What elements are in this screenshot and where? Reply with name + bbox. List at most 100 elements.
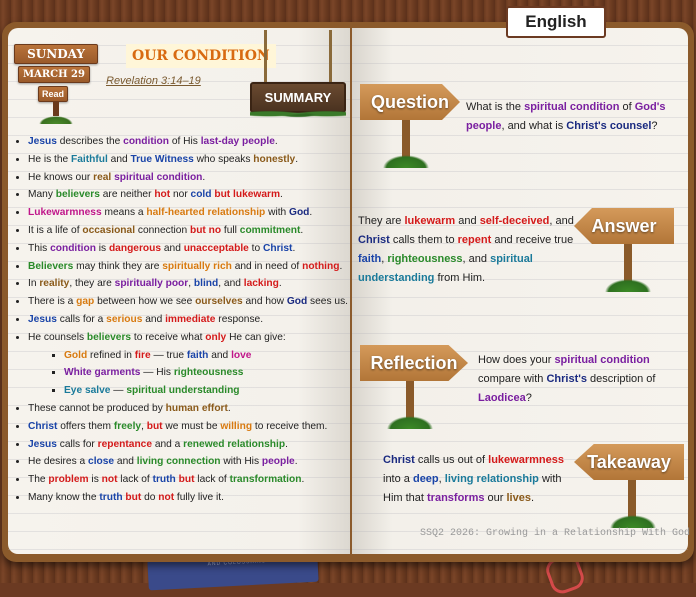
highlighted-term: commitment [239, 224, 301, 236]
text-run: . [280, 189, 283, 201]
text-run: lack of [117, 474, 153, 486]
grass [385, 415, 435, 429]
text-run: . [278, 278, 282, 290]
text-run: describes the [56, 136, 124, 147]
highlighted-term: but [125, 491, 142, 503]
text-run: . [295, 153, 299, 165]
highlighted-term: lukewarm [404, 215, 456, 227]
answer-text: They are lukewarm and self-deceived, and… [358, 212, 574, 288]
text-run: calls them to [389, 234, 458, 246]
text-run: . [227, 402, 231, 414]
bible-reference-link[interactable]: Revelation 3:14–19 [106, 75, 201, 87]
reflection-text: How does your spiritual condition compar… [478, 351, 688, 408]
text-run: Many [28, 189, 56, 201]
summary-bullet: He is the Faithful and True Witness who … [28, 151, 358, 169]
text-run: compare with [478, 373, 547, 385]
summary-bullet: The problem is not lack of truth but lac… [28, 471, 358, 489]
text-run: full [221, 224, 240, 236]
text-run: There is a [28, 296, 77, 308]
text-run: offers them [57, 420, 114, 432]
highlighted-term: ourselves [195, 296, 243, 308]
language-label: English [525, 12, 587, 31]
highlighted-term: lacking [243, 278, 279, 290]
text-run: and [455, 215, 480, 227]
highlighted-term: not [158, 491, 175, 503]
summary-sign: SUMMARY [250, 30, 346, 121]
highlighted-term: truth [99, 491, 123, 503]
highlighted-term: repentance [97, 438, 153, 450]
text-run: into a [383, 473, 413, 485]
text-run: response. [215, 313, 264, 325]
highlighted-term: Christ [383, 454, 415, 466]
gift-sub-bullet: White garments — His righteousness [64, 364, 358, 382]
highlighted-term: willing [220, 420, 253, 432]
highlighted-term: Christ's [546, 373, 587, 385]
text-run: — [110, 385, 127, 397]
highlighted-term: serious [106, 313, 143, 325]
text-run: This [28, 242, 51, 254]
text-run: He counsels [28, 331, 87, 343]
grass [381, 154, 431, 168]
text-run: nor [170, 189, 191, 201]
highlighted-term: spiritual understanding [126, 385, 240, 397]
highlighted-term: gap [76, 296, 95, 308]
highlighted-term: White garments [64, 367, 141, 379]
highlighted-term: dangerous [108, 242, 162, 254]
summary-bullet: There is a gap between how we see oursel… [28, 293, 358, 311]
highlighted-term: Lukewarmness [28, 207, 102, 219]
text-run: and how [242, 296, 287, 308]
text-run: How does your [478, 354, 555, 366]
text-run: These cannot be produced by [28, 402, 166, 414]
highlighted-term: God [289, 207, 310, 219]
highlighted-term: spiritual condition [554, 354, 650, 366]
language-tab[interactable]: English [506, 6, 606, 38]
text-run: and receive true [491, 234, 574, 246]
gift-sub-bullet: Eye salve — spiritual understanding [64, 382, 358, 400]
text-run: calls for a [56, 313, 107, 325]
text-run: — His [140, 367, 174, 379]
highlighted-term: problem [48, 474, 89, 486]
highlighted-term: spiritual condition [114, 171, 203, 183]
highlighted-term: Christ [358, 234, 390, 246]
text-run: What is the [466, 101, 525, 113]
reflection-sign: Reflection [360, 345, 468, 429]
highlighted-term: Believers [28, 260, 74, 272]
highlighted-term: Christ [28, 420, 58, 432]
summary-bullet: Believers may think they are spiritually… [28, 258, 358, 276]
text-run: ? [651, 120, 658, 132]
summary-bullet: Many know the truth but do not fully liv… [28, 489, 358, 507]
text-run: are neither [99, 189, 155, 201]
summary-bullet: Lukewarmness means a half-hearted relati… [28, 204, 358, 222]
text-run: , and [549, 215, 574, 227]
text-run: — true [150, 349, 187, 361]
text-run: of [619, 101, 635, 113]
gift-sub-bullet: Gold refined in fire — true faith and lo… [64, 347, 358, 365]
highlighted-term: Jesus [28, 136, 57, 147]
text-run: They are [358, 215, 405, 227]
text-run: . [274, 136, 278, 147]
highlighted-term: spiritually poor [114, 278, 189, 290]
text-run: He is the [28, 153, 72, 165]
highlighted-term: not [101, 474, 118, 486]
read-button[interactable]: Read [38, 86, 68, 102]
highlighted-term: renewed relationship [183, 438, 286, 450]
highlighted-term: Gold [64, 349, 88, 361]
text-run: . [301, 474, 305, 486]
text-run: , and [462, 253, 491, 265]
question-label: Question [360, 84, 460, 120]
text-run: do [141, 491, 159, 503]
grass [608, 514, 658, 528]
text-run: may think they are [73, 260, 163, 272]
highlighted-term: lives [506, 492, 531, 504]
highlighted-term: Eye salve [64, 385, 111, 397]
highlighted-term: close [88, 456, 115, 468]
text-run: from Him. [434, 272, 486, 284]
ropes [250, 30, 346, 82]
summary-bullet: These cannot be produced by human effort… [28, 400, 358, 418]
text-run: between how we see [94, 296, 196, 308]
highlighted-term: deep [412, 473, 439, 485]
text-run: . [309, 207, 313, 219]
text-run: and [114, 456, 137, 468]
answer-label: Answer [574, 208, 674, 244]
text-run: calls for [56, 438, 98, 450]
